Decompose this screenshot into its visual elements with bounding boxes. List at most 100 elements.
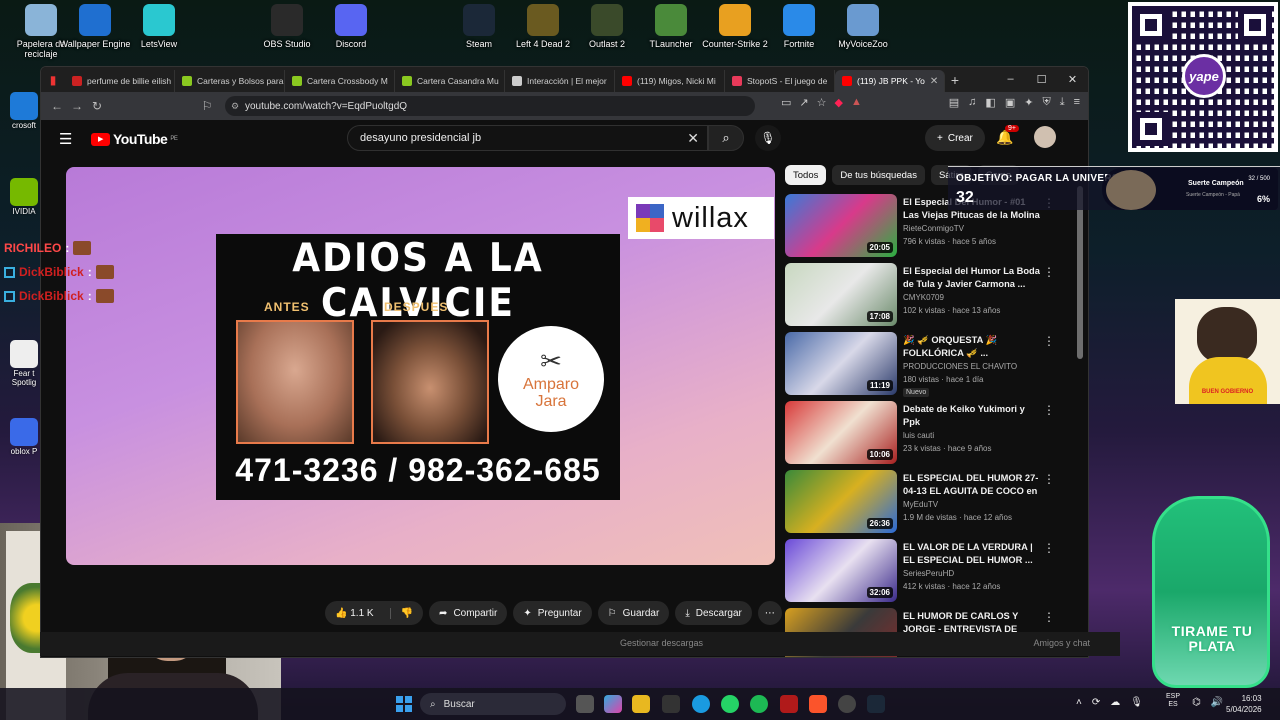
maximize-icon[interactable]: ☐ xyxy=(1026,73,1057,86)
video-title[interactable]: El Especial del Humor La Boda de Tula y … xyxy=(903,265,1043,291)
voice-search-button[interactable]: 🎙 xyxy=(755,125,781,151)
mic-icon[interactable]: 🎙 xyxy=(1130,697,1143,708)
more-options-icon[interactable]: ⋮ xyxy=(1043,541,1055,555)
edge-icon[interactable] xyxy=(692,695,710,713)
video-thumbnail[interactable]: 26:36 xyxy=(785,470,897,533)
recommended-video[interactable]: 10:06 Debate de Keiko Yukimori y Ppk luis … xyxy=(785,401,1075,470)
browser-tab[interactable]: StopotS - El juego de xyxy=(725,70,835,92)
recommended-video[interactable]: 17:08 El Especial del Humor La Boda de Tu… xyxy=(785,263,1075,332)
download-icon[interactable]: ⤓ xyxy=(1060,96,1065,109)
browser-tab[interactable]: (119) JB PPK - Yo ✕ xyxy=(835,70,945,92)
friends-chat-link[interactable]: Amigos y chat xyxy=(1033,638,1090,648)
video-title[interactable]: Debate de Keiko Yukimori y Ppk xyxy=(903,403,1043,429)
bookmark-icon[interactable]: ⚐ xyxy=(197,99,217,113)
screen-icon[interactable]: ▭ xyxy=(781,96,791,109)
music-icon[interactable]: ♫ xyxy=(968,96,976,109)
site-info-icon[interactable]: ⚙ xyxy=(231,101,239,112)
browser-tab[interactable]: Interacción | El mejor xyxy=(505,70,615,92)
star-icon[interactable]: ☆ xyxy=(817,96,827,109)
share-button[interactable]: ➦ Compartir xyxy=(429,601,508,625)
brave-menu-icon[interactable]: ▮ xyxy=(41,73,65,87)
new-tab-button[interactable]: + xyxy=(945,72,965,88)
account-avatar[interactable] xyxy=(1034,126,1056,148)
notifications-button[interactable]: 🔔 9+ xyxy=(996,125,1019,146)
video-thumbnail[interactable]: 32:06 xyxy=(785,539,897,602)
brave-shields-icon[interactable]: ◆ xyxy=(835,96,843,109)
browser-tab[interactable]: (119) Migos, Nicki Mi xyxy=(615,70,725,92)
brave-icon[interactable] xyxy=(809,695,827,713)
video-player[interactable]: willax ADIOS A LA CALVICIE ANTES DESPUES… xyxy=(66,167,775,565)
browser-tab[interactable]: Cartera Crossbody M xyxy=(285,70,395,92)
app-icon[interactable] xyxy=(780,695,798,713)
taskbar-search[interactable]: ⌕ Buscar xyxy=(420,693,566,715)
clear-search-icon[interactable]: ✕ xyxy=(687,130,699,147)
more-actions-button[interactable]: ⋯ xyxy=(757,601,782,625)
video-title[interactable]: EL ESPECIAL DEL HUMOR 27-04-13 EL AGUITA… xyxy=(903,472,1043,499)
copilot-icon[interactable] xyxy=(604,695,622,713)
obs-icon[interactable] xyxy=(838,695,856,713)
sidebar-scrollbar[interactable] xyxy=(1077,186,1083,359)
task-view-icon[interactable] xyxy=(576,695,594,713)
share-icon[interactable]: ↗ xyxy=(799,96,808,109)
filter-chip[interactable]: Todos xyxy=(785,165,827,185)
recommended-video[interactable]: 11:19 🎉 🎺 ORQUESTA 🎉 FOLKLÓRICA 🎺 ... PROD… xyxy=(785,332,1075,401)
create-button[interactable]: + Crear xyxy=(925,125,985,151)
steam-icon[interactable] xyxy=(867,695,885,713)
youtube-logo[interactable]: ▶ YouTube PE xyxy=(91,131,178,147)
search-input[interactable]: desayuno presidencial jb ✕ xyxy=(347,125,708,151)
video-thumbnail[interactable]: 20:05 xyxy=(785,194,897,257)
sync-icon[interactable]: ⟳ xyxy=(1092,697,1100,708)
more-options-icon[interactable]: ⋮ xyxy=(1043,610,1055,624)
chevron-up-icon[interactable]: ˄ xyxy=(1076,697,1082,708)
windows-start-icon[interactable] xyxy=(396,696,412,712)
wallet-icon[interactable]: ▣ xyxy=(1005,96,1015,109)
video-thumbnail[interactable]: 17:08 xyxy=(785,263,897,326)
desktop-icon[interactable]: MyVoiceZoo xyxy=(824,4,902,49)
desktop-icon[interactable]: LetsView xyxy=(120,4,198,49)
manage-downloads-link[interactable]: Gestionar descargas xyxy=(620,638,703,648)
video-title[interactable]: 🎉 🎺 ORQUESTA 🎉 FOLKLÓRICA 🎺 ... xyxy=(903,334,1043,360)
desktop-icon[interactable]: Discord xyxy=(312,4,390,49)
split-view-icon[interactable]: ◧ xyxy=(985,96,995,109)
language-indicator[interactable]: ESP ES xyxy=(1166,693,1180,710)
spotify-icon[interactable] xyxy=(750,695,768,713)
video-thumbnail[interactable]: 11:19 xyxy=(785,332,897,395)
clock[interactable]: 16:03 5/04/2026 xyxy=(1226,693,1262,715)
wifi-icon[interactable]: ⌬ xyxy=(1192,697,1201,708)
recommended-video[interactable]: 26:36 EL ESPECIAL DEL HUMOR 27-04-13 EL A… xyxy=(785,470,1075,539)
brave-rewards-icon[interactable]: ▲ xyxy=(851,96,862,109)
browser-tab[interactable]: perfume de billie eilish xyxy=(65,70,175,92)
browser-tab[interactable]: Carteras y Bolsos para xyxy=(175,70,285,92)
sidebar-toggle-icon[interactable]: ▤ xyxy=(949,96,959,109)
save-button[interactable]: ⚐ Guardar xyxy=(597,601,670,625)
filter-chip[interactable]: De tus búsquedas xyxy=(832,165,925,185)
search-button[interactable]: ⌕ xyxy=(708,125,744,151)
like-button[interactable]: 👍 1.1 K xyxy=(325,608,384,619)
more-options-icon[interactable]: ⋮ xyxy=(1043,472,1055,486)
download-button[interactable]: ⤓ Descargar xyxy=(675,601,752,625)
more-options-icon[interactable]: ⋮ xyxy=(1043,334,1055,348)
extensions-icon[interactable]: ✦ xyxy=(1024,96,1033,109)
reload-icon[interactable]: ↻ xyxy=(87,99,107,113)
url-input[interactable]: ⚙ youtube.com/watch?v=EqdPuoltgdQ xyxy=(225,96,755,116)
minimize-icon[interactable]: – xyxy=(995,73,1026,86)
vpn-icon[interactable]: ⛨ xyxy=(1042,96,1050,109)
video-title[interactable]: EL VALOR DE LA VERDURA | EL ESPECIAL DEL… xyxy=(903,541,1043,567)
volume-icon[interactable]: 🔊 xyxy=(1211,697,1223,708)
menu-icon[interactable]: ≡ xyxy=(1074,96,1080,109)
forward-icon[interactable]: → xyxy=(67,99,87,113)
close-tab-icon[interactable]: ✕ xyxy=(930,76,938,87)
file-explorer-icon[interactable] xyxy=(632,695,650,713)
store-icon[interactable] xyxy=(662,695,680,713)
network-icon[interactable]: ☁ xyxy=(1110,697,1120,708)
ask-button[interactable]: ✦ Preguntar xyxy=(513,601,592,625)
more-options-icon[interactable]: ⋮ xyxy=(1043,265,1055,279)
hamburger-menu-icon[interactable]: ☰ xyxy=(59,130,72,148)
back-icon[interactable]: ← xyxy=(47,99,67,113)
dislike-button[interactable]: 👎 xyxy=(389,607,423,619)
whatsapp-icon[interactable] xyxy=(721,695,739,713)
recommended-video[interactable]: 32:06 EL VALOR DE LA VERDURA | EL ESPECIA… xyxy=(785,539,1075,608)
more-options-icon[interactable]: ⋮ xyxy=(1043,403,1055,417)
close-window-icon[interactable]: ✕ xyxy=(1057,73,1088,86)
browser-tab[interactable]: Cartera Casandra Mu xyxy=(395,70,505,92)
